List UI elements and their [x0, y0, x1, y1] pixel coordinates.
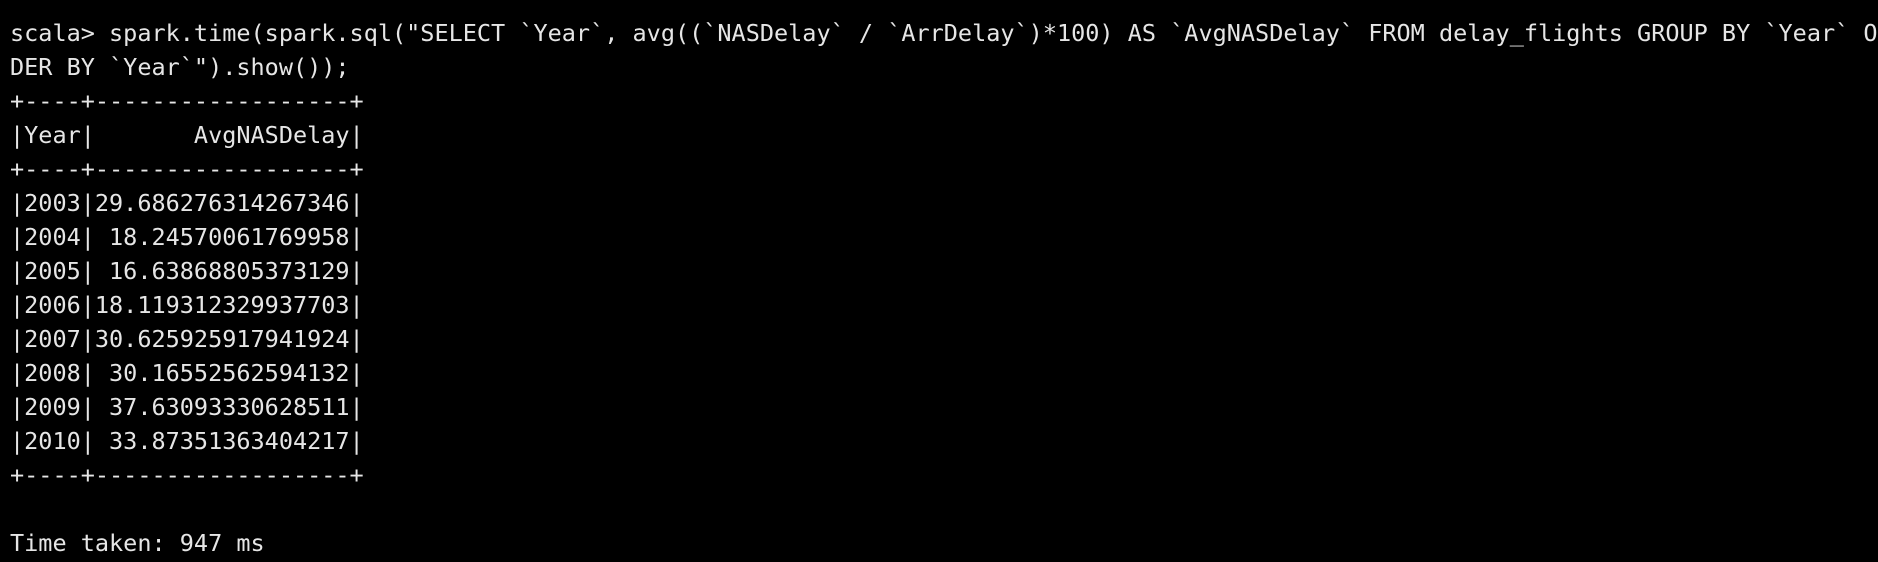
time-taken: Time taken: 947 ms	[10, 529, 265, 557]
table-border-top: +----+------------------+	[10, 87, 364, 115]
table-row: |2003|29.686276314267346|	[10, 189, 364, 217]
table-row: |2007|30.625925917941924|	[10, 325, 364, 353]
table-row: |2004| 18.24570061769958|	[10, 223, 364, 251]
command-line-continuation: DER BY `Year`").show());	[10, 53, 350, 81]
table-row: |2006|18.119312329937703|	[10, 291, 364, 319]
table-header-border: +----+------------------+	[10, 155, 364, 183]
table-row: |2005| 16.63868805373129|	[10, 257, 364, 285]
table-row: |2010| 33.87351363404217|	[10, 427, 364, 455]
table-border-bottom: +----+------------------+	[10, 461, 364, 489]
terminal-window[interactable]: scala> spark.time(spark.sql("SELECT `Yea…	[0, 0, 1878, 562]
table-row: |2008| 30.16552562594132|	[10, 359, 364, 387]
command-line: scala> spark.time(spark.sql("SELECT `Yea…	[10, 19, 1878, 47]
table-header-row: |Year| AvgNASDelay|	[10, 121, 364, 149]
table-row: |2009| 37.63093330628511|	[10, 393, 364, 421]
